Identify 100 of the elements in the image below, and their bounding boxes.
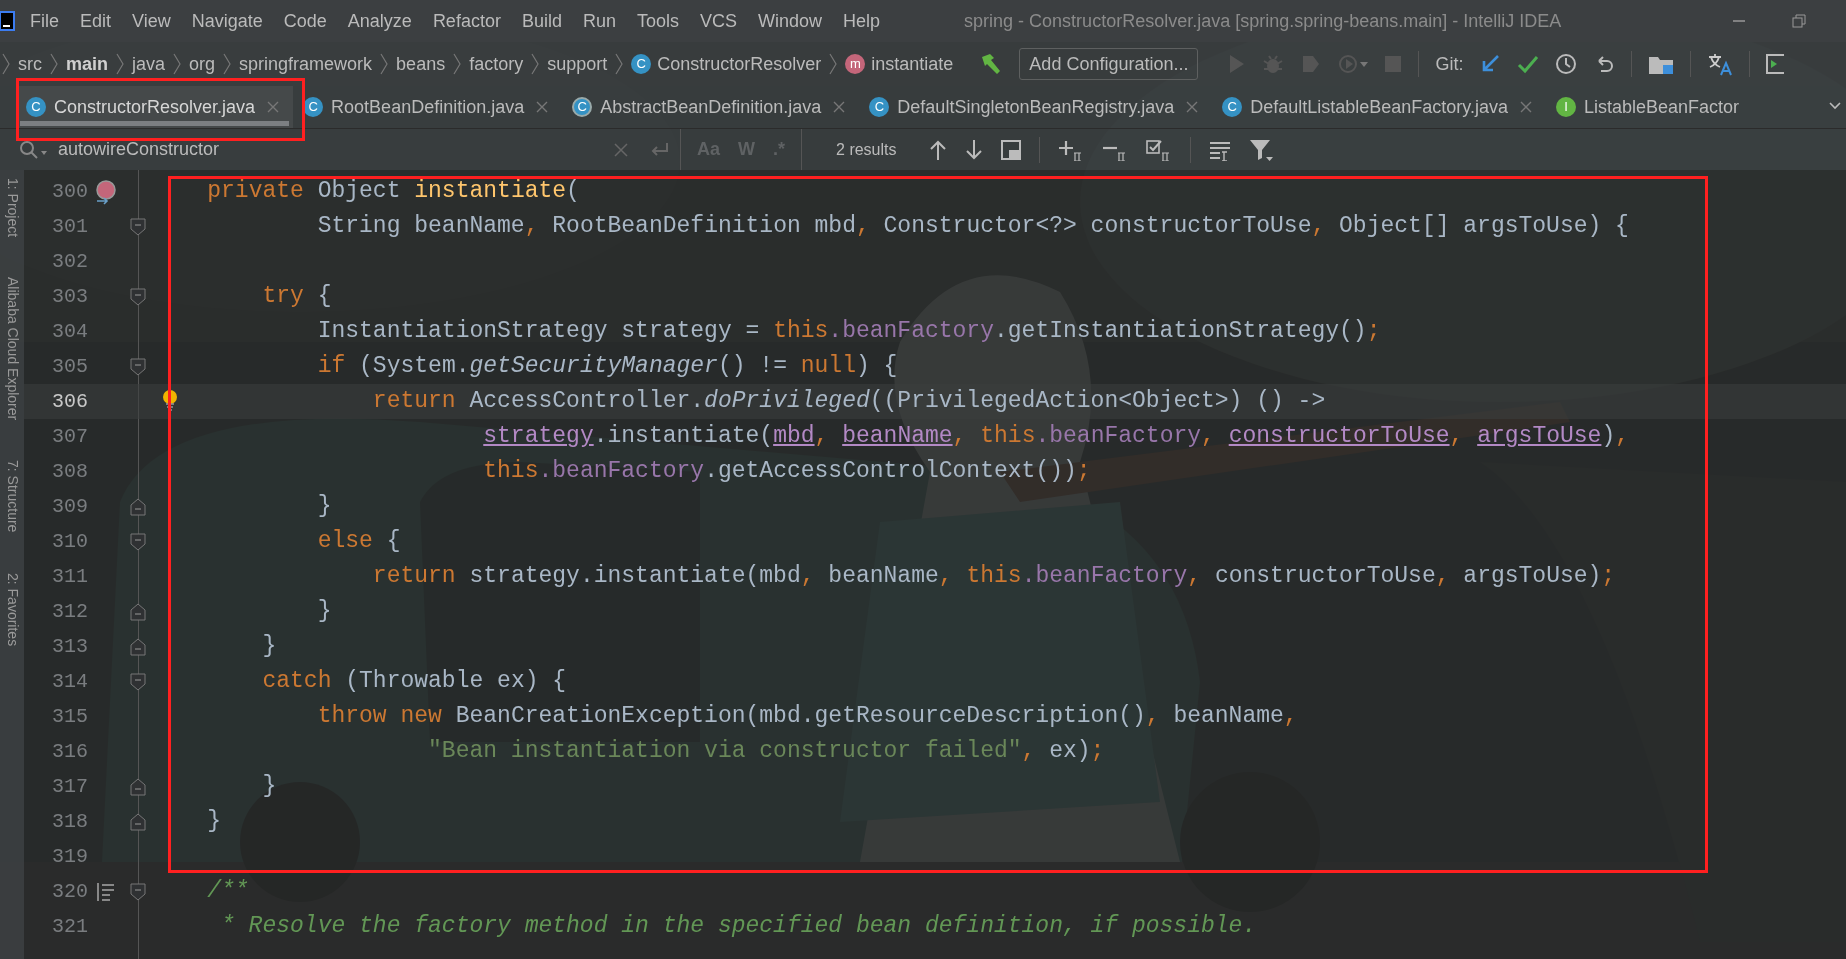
breadcrumb-item[interactable]: src (18, 50, 42, 78)
menu-item[interactable]: Tools (636, 7, 679, 35)
code-line: } (262, 632, 277, 662)
fold-marker-icon[interactable] (130, 882, 146, 901)
breadcrumb-item[interactable]: factory (469, 50, 524, 78)
menu-item[interactable]: View (132, 7, 171, 35)
line-number: 300 (51, 178, 88, 205)
fold-marker-icon[interactable] (130, 287, 146, 306)
tab-label: ListableBeanFactor (1584, 95, 1740, 119)
breadcrumb-item[interactable]: main (66, 50, 108, 78)
search-field[interactable]: autowireConstructor (0, 129, 680, 170)
stop-icon[interactable] (1384, 55, 1403, 73)
menu-item[interactable]: Edit (80, 7, 112, 35)
code-line: return AccessController.doPrivileged((PrivilegedAction<Object>) () -> (372, 387, 1326, 417)
editor-tab[interactable]: C RootBeanDefinition.java (293, 86, 563, 128)
line-number: 310 (51, 528, 88, 555)
chevron-icon (173, 53, 182, 75)
menu-item[interactable]: Help (843, 7, 881, 35)
chevron-icon (223, 53, 232, 75)
close-icon[interactable] (833, 101, 846, 113)
fold-marker-icon[interactable] (130, 777, 146, 796)
app-logo-icon (0, 10, 16, 32)
breadcrumb-item[interactable]: springframework (239, 50, 373, 78)
breadcrumb-item[interactable]: support (547, 50, 608, 78)
select-all-icon[interactable] (1000, 139, 1021, 160)
line-number: 313 (51, 633, 88, 660)
close-icon[interactable] (267, 101, 280, 113)
restore-icon[interactable] (1792, 14, 1806, 28)
fold-marker-icon[interactable] (130, 357, 146, 376)
fold-marker-icon[interactable] (130, 602, 146, 621)
code-line: strategy.instantiate(mbd, beanName, this.beanFactory, constructorToUse, argsToUse), (483, 422, 1630, 452)
menu-item[interactable]: File (30, 7, 59, 35)
menu-item[interactable]: Refactor (432, 7, 501, 35)
code-line: try { (262, 282, 332, 312)
line-number: 311 (51, 563, 88, 590)
history-icon[interactable] (1555, 53, 1578, 75)
fold-marker-icon[interactable] (130, 532, 146, 551)
chevron-icon (615, 53, 624, 75)
menu-item[interactable]: Build (521, 7, 562, 35)
light-bulb-icon[interactable] (162, 389, 178, 411)
run-configuration-button[interactable]: Add Configuration... (1019, 48, 1199, 80)
tool-window-button[interactable]: Alibaba Cloud Explorer (1, 277, 23, 421)
line-number: 315 (51, 703, 88, 730)
menu-item[interactable]: Window (758, 7, 823, 35)
line-number: 301 (51, 213, 88, 240)
translate-icon[interactable] (1707, 52, 1734, 76)
debug-icon[interactable] (1262, 53, 1285, 75)
code-line: } (317, 492, 332, 522)
previous-occurrence-icon[interactable] (928, 138, 947, 161)
code-line: throw new BeanCreationException(mbd.getResourceDescription(), beanName, (317, 702, 1298, 732)
tool-window-button[interactable]: 2: Favorites (1, 572, 23, 646)
editor-tab[interactable]: C AbstractBeanDefinition.java (562, 86, 860, 128)
fold-marker-icon[interactable] (130, 217, 146, 236)
editor-tab[interactable]: C ConstructorResolver.java (16, 86, 294, 128)
filter-icon[interactable] (1248, 137, 1273, 162)
close-icon[interactable] (1520, 101, 1532, 113)
clear-icon[interactable] (614, 142, 628, 157)
code-line: } (262, 772, 277, 802)
select-occurrences-icon[interactable] (1145, 138, 1172, 161)
breadcrumb-item[interactable]: org (189, 50, 216, 78)
breadcrumb-item[interactable]: ConstructorResolver (657, 50, 822, 78)
tab-label: AbstractBeanDefinition.java (600, 95, 822, 119)
code-line: } (207, 807, 222, 837)
breadcrumb-item[interactable]: java (132, 50, 166, 78)
editor-tab[interactable]: C DefaultListableBeanFactory.java (1212, 86, 1546, 128)
close-icon[interactable] (1186, 101, 1199, 113)
fold-marker-icon[interactable] (130, 812, 146, 831)
line-number: 314 (51, 668, 88, 695)
fold-marker-icon[interactable] (130, 672, 146, 691)
close-icon[interactable] (536, 101, 549, 113)
rendered-doc-icon[interactable] (96, 881, 116, 902)
line-number: 316 (51, 738, 88, 765)
editor-tab[interactable]: I ListableBeanFactor (1546, 86, 1754, 128)
menu-item[interactable]: VCS (700, 7, 737, 35)
method-icon: m (845, 54, 866, 74)
menu-item[interactable]: Run (582, 7, 616, 35)
next-occurrence-icon[interactable] (964, 138, 983, 161)
search-icon (18, 138, 48, 161)
menu-item[interactable]: Analyze (347, 7, 412, 35)
line-number: 306 (51, 388, 88, 415)
breadcrumb-item[interactable]: beans (396, 50, 446, 78)
menu-item[interactable]: Navigate (191, 7, 263, 35)
code-line: * Resolve the factory method in the specified bean definition, if possible. (221, 912, 1257, 942)
add-occurrence-icon[interactable] (1057, 138, 1084, 161)
fold-marker-icon[interactable] (130, 637, 146, 656)
profiler-icon[interactable] (1338, 53, 1369, 75)
chevron-icon (453, 53, 462, 75)
editor-tab[interactable]: C DefaultSingletonBeanRegistry.java (859, 86, 1213, 128)
window-title: spring - ConstructorResolver.java [spring.spring-beans.main] - IntelliJ IDEA (964, 9, 1562, 33)
commit-icon[interactable] (1517, 53, 1540, 75)
code-line: "Bean instantiation via constructor failed", ex); (428, 737, 1105, 767)
tool-window-button[interactable]: 1: Project (1, 178, 23, 238)
override-method-icon[interactable] (94, 178, 118, 205)
code-line: catch (Throwable ex) { (262, 667, 567, 697)
terminal-icon[interactable] (1766, 53, 1785, 75)
code-line: if (System.getSecurityManager() != null) { (317, 352, 898, 382)
breadcrumb-item[interactable]: instantiate (871, 50, 954, 78)
tool-window-button[interactable]: 7: Structure (1, 460, 23, 533)
menu-item[interactable]: Code (283, 7, 327, 35)
fold-marker-icon[interactable] (130, 497, 146, 516)
